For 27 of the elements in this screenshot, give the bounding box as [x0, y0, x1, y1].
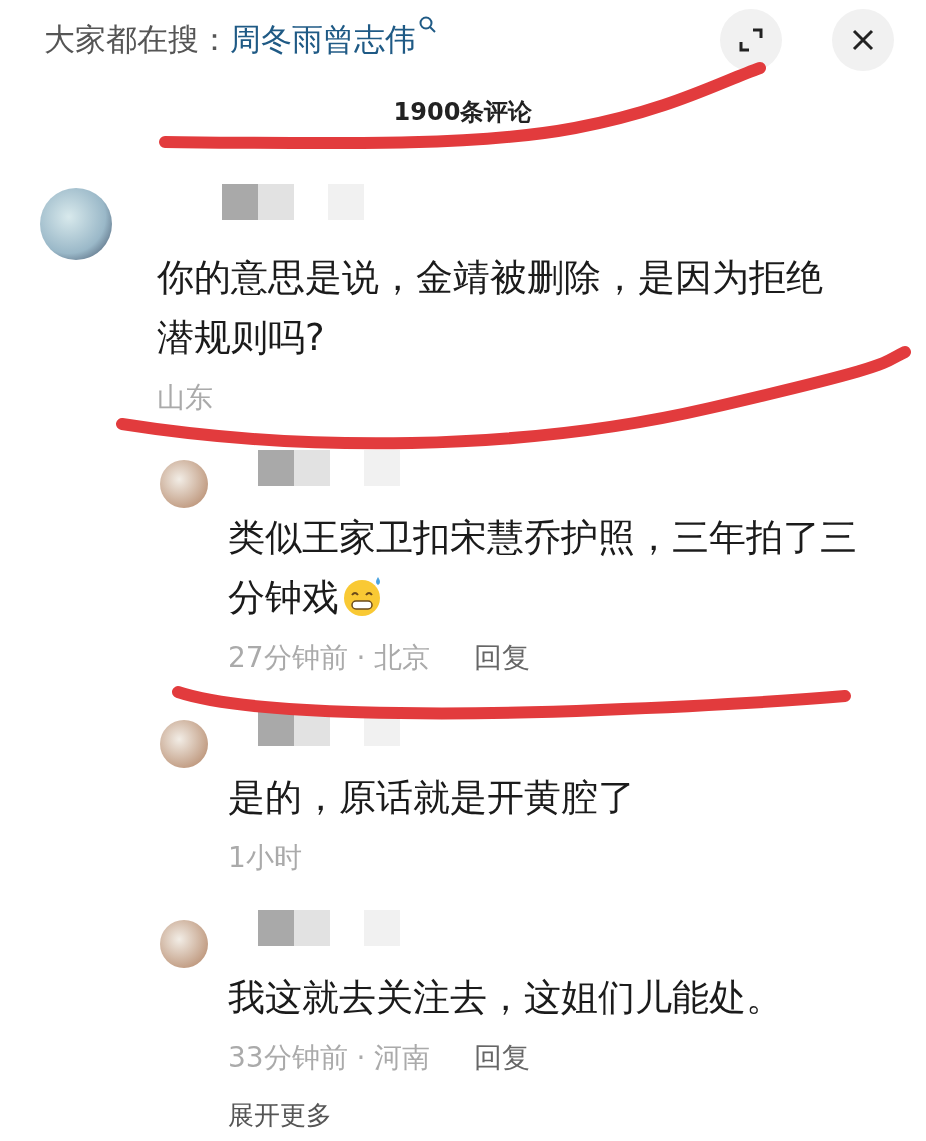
- close-icon: [851, 28, 875, 52]
- trending-search-link[interactable]: 周冬雨曾志伟: [230, 19, 438, 61]
- reply-link[interactable]: 回复: [474, 1039, 531, 1077]
- mosaic-block: [258, 450, 294, 486]
- mosaic-block: [258, 184, 294, 220]
- comment-text: 我这就去关注去，这姐们儿能处。: [228, 975, 784, 1021]
- mosaic-block: [294, 910, 330, 946]
- expand-icon: [738, 27, 764, 53]
- comment-meta: 山东: [157, 380, 213, 416]
- expand-more-link[interactable]: 展开更多: [228, 1100, 332, 1130]
- comment-meta: 27分钟前 · 北京: [228, 640, 431, 676]
- comment-count: 1900条评论: [393, 98, 533, 126]
- comment-text: 类似王家卫扣宋慧乔护照，三年拍了三分钟戏: [228, 515, 858, 621]
- mosaic-block: [258, 910, 294, 946]
- avatar[interactable]: [160, 920, 208, 968]
- search-icon: [418, 15, 438, 35]
- comment-meta: 1小时: [228, 840, 302, 876]
- mosaic-block: [364, 450, 400, 486]
- comment-meta: 33分钟前 · 河南: [228, 1040, 431, 1076]
- mosaic-block: [222, 184, 258, 220]
- avatar[interactable]: [160, 720, 208, 768]
- mosaic-block: [294, 450, 330, 486]
- search-label: 大家都在搜：: [44, 20, 230, 59]
- avatar[interactable]: [160, 460, 208, 508]
- reply-link[interactable]: 回复: [474, 639, 531, 677]
- comment-text: 是的，原话就是开黄腔了: [228, 775, 636, 821]
- comment-text: 你的意思是说，金靖被删除，是因为拒绝潜规则吗?: [157, 255, 824, 361]
